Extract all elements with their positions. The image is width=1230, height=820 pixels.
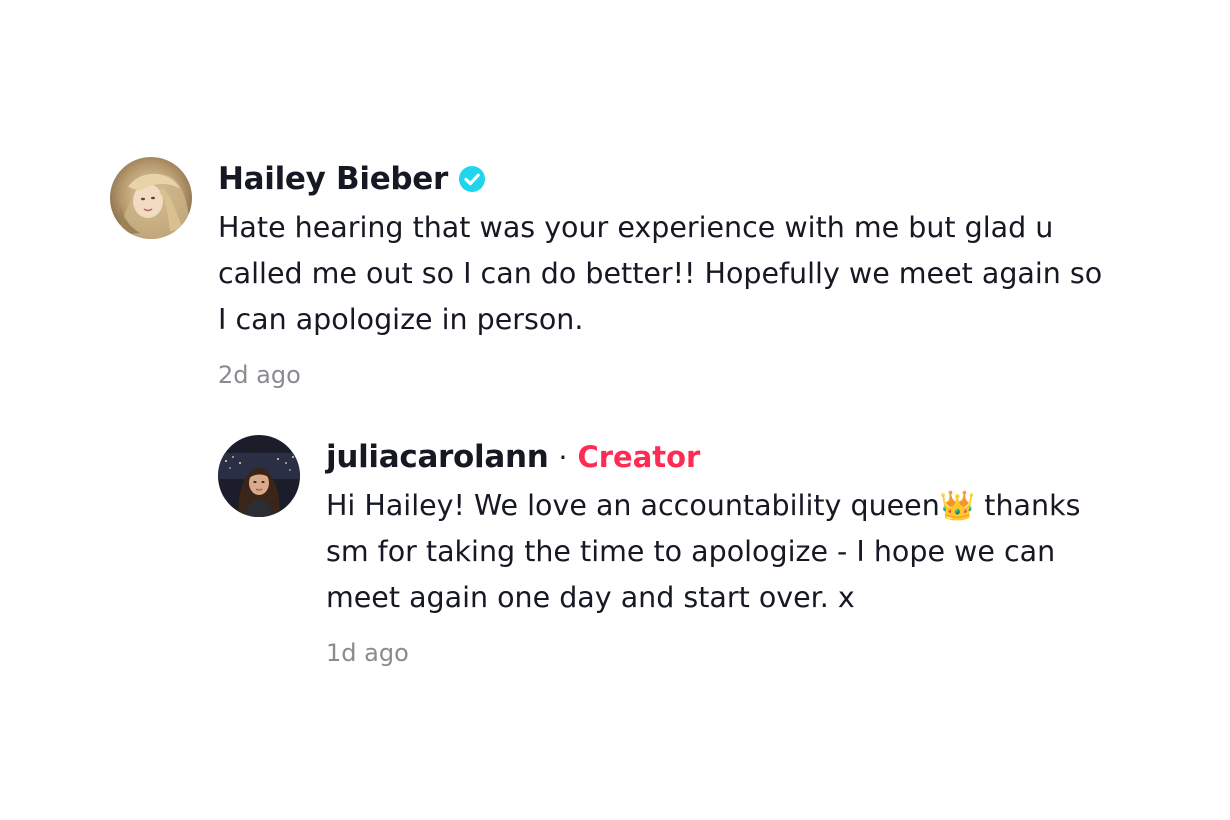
avatar[interactable] bbox=[218, 435, 300, 517]
comment-text: Hi Hailey! We love an accountability que… bbox=[326, 489, 1081, 614]
avatar-hailey-image bbox=[110, 157, 192, 239]
avatar[interactable] bbox=[110, 157, 192, 239]
author-row: Hailey Bieber bbox=[218, 157, 1118, 201]
creator-badge: Creator bbox=[577, 440, 701, 474]
reply-juliacarolann: juliacarolann · Creator Hi Hailey! We lo… bbox=[218, 435, 1118, 667]
verified-badge-icon bbox=[458, 165, 486, 193]
dot-separator: · bbox=[558, 440, 568, 474]
comment-text: Hate hearing that was your experience wi… bbox=[218, 211, 1103, 336]
username[interactable]: Hailey Bieber bbox=[218, 161, 448, 197]
avatar-julia-image bbox=[218, 435, 300, 517]
comment-body: Hailey Bieber Hate hearing that was your… bbox=[218, 157, 1118, 389]
comment-timestamp: 2d ago bbox=[218, 361, 301, 389]
comment-timestamp: 1d ago bbox=[326, 639, 409, 667]
username[interactable]: juliacarolann bbox=[326, 439, 549, 475]
reply-body: juliacarolann · Creator Hi Hailey! We lo… bbox=[326, 435, 1116, 667]
author-row: juliacarolann · Creator bbox=[326, 435, 1116, 479]
comment-hailey: Hailey Bieber Hate hearing that was your… bbox=[110, 157, 1120, 389]
